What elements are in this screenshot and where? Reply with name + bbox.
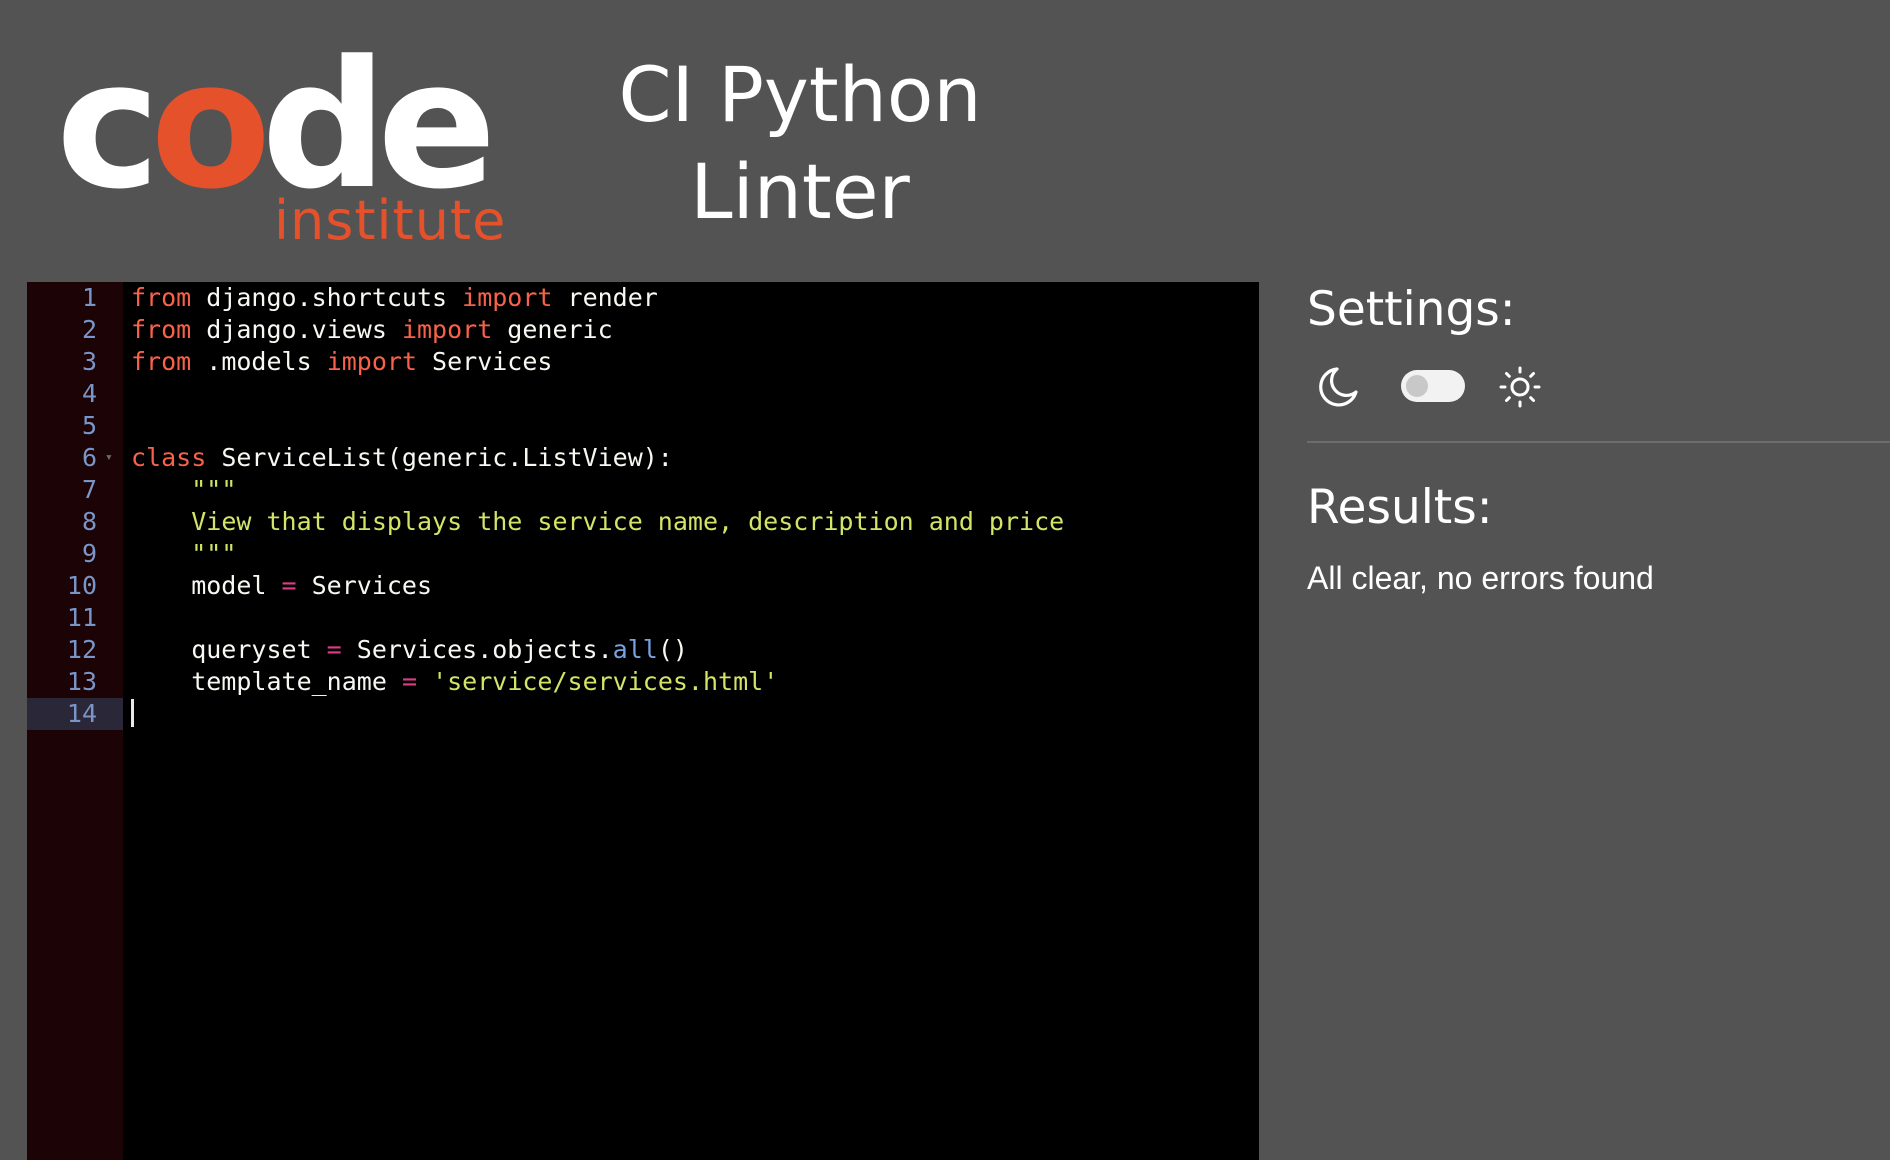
code-line[interactable]: 12 queryset = Services.objects.all() — [27, 634, 1259, 666]
code-token: ServiceList(generic.ListView): — [206, 443, 673, 472]
code-token: generic — [492, 315, 613, 344]
code-line[interactable]: 14 — [27, 698, 1259, 730]
code-line[interactable]: 9 """ — [27, 538, 1259, 570]
code-token: Services — [296, 571, 433, 600]
line-number: 4 — [81, 379, 97, 408]
code-token: """ — [191, 475, 237, 504]
code-line[interactable]: 4 — [27, 378, 1259, 410]
code-token: from — [131, 347, 192, 376]
logo-subtitle: institute — [274, 189, 507, 252]
code-text: from .models import Services — [131, 346, 552, 378]
line-number: 7 — [81, 475, 97, 504]
code-token: django.shortcuts — [191, 283, 463, 312]
page-title-line-2: Linter — [690, 147, 910, 236]
code-line[interactable]: 3 from .models import Services — [27, 346, 1259, 378]
code-token: from — [131, 283, 192, 312]
code-token: queryset — [131, 635, 327, 664]
code-token: Services — [417, 347, 553, 376]
code-line[interactable]: 11 — [27, 602, 1259, 634]
sun-icon — [1499, 366, 1541, 408]
code-text: View that displays the service name, des… — [131, 506, 1064, 538]
code-token: () — [657, 635, 688, 664]
logo-wordmark: code — [56, 38, 497, 214]
theme-toggle-knob — [1406, 375, 1428, 397]
line-number: 9 — [81, 539, 97, 568]
code-token: Services.objects. — [341, 635, 613, 664]
code-token: model — [131, 571, 282, 600]
line-number: 3 — [81, 347, 97, 376]
code-token: View that displays the service name, des… — [191, 507, 1065, 536]
code-line[interactable]: 13 template_name = 'service/services.htm… — [27, 666, 1259, 698]
code-token: import — [326, 347, 417, 376]
results-heading: Results: — [1307, 480, 1493, 535]
code-text: template_name = 'service/services.html' — [131, 666, 778, 698]
page-title-line-1: CI Python — [618, 50, 982, 139]
line-number: 8 — [81, 507, 97, 536]
fold-toggle-icon[interactable]: ▾ — [105, 442, 119, 474]
code-token: class — [131, 443, 207, 472]
line-number: 10 — [66, 571, 97, 600]
code-line[interactable]: 1 from django.shortcuts import render — [27, 282, 1259, 314]
code-text: class ServiceList(generic.ListView): — [131, 442, 673, 474]
editor-lines[interactable]: 1 from django.shortcuts import render 2 fro… — [27, 282, 1259, 730]
results-message: All clear, no errors found — [1307, 560, 1654, 596]
code-token: .models — [191, 347, 327, 376]
code-token: """ — [191, 539, 237, 568]
code-text: from django.shortcuts import render — [131, 282, 658, 314]
code-token: all — [612, 635, 658, 664]
theme-toggle-row — [1315, 358, 1555, 414]
theme-toggle-switch[interactable] — [1401, 370, 1465, 402]
line-number: 2 — [81, 315, 97, 344]
code-token: 'service/services.html' — [432, 667, 779, 696]
code-text: """ — [131, 474, 236, 506]
code-token: = — [326, 635, 342, 664]
line-number: 11 — [66, 603, 97, 632]
settings-heading: Settings: — [1307, 282, 1516, 337]
code-text: model = Services — [131, 570, 432, 602]
code-token: import — [462, 283, 553, 312]
code-line[interactable]: 8 View that displays the service name, d… — [27, 506, 1259, 538]
code-editor[interactable]: 1 from django.shortcuts import render 2 fro… — [27, 282, 1259, 1160]
logo-letter-o: o — [150, 23, 271, 228]
code-text: """ — [131, 538, 236, 570]
linter-page: code institute CI Python Linter 1 from dj… — [0, 0, 1890, 1160]
code-line[interactable]: 2 from django.views import generic — [27, 314, 1259, 346]
settings-divider — [1307, 441, 1890, 443]
code-institute-logo: code institute — [56, 38, 506, 248]
code-token: import — [401, 315, 493, 344]
code-token: render — [552, 283, 658, 312]
code-text: from django.views import generic — [131, 314, 613, 346]
line-number: 12 — [66, 635, 97, 664]
code-line[interactable]: 7 """ — [27, 474, 1259, 506]
code-token: django.views — [191, 315, 402, 344]
page-title: CI Python Linter — [560, 46, 1040, 240]
code-line[interactable]: 5 — [27, 410, 1259, 442]
code-token: = — [281, 571, 297, 600]
line-number: 5 — [81, 411, 97, 440]
code-token: template_name — [131, 667, 402, 696]
code-line[interactable]: 6 ▾ class ServiceList(generic.ListView): — [27, 442, 1259, 474]
code-token: from — [131, 315, 192, 344]
code-text: queryset = Services.objects.all() — [131, 634, 688, 666]
text-cursor — [131, 699, 134, 727]
line-number: 1 — [81, 283, 97, 312]
moon-icon — [1319, 367, 1358, 407]
code-text — [131, 698, 134, 730]
line-number: 13 — [66, 667, 97, 696]
code-token: = — [401, 667, 417, 696]
line-number: 14 — [27, 698, 123, 730]
logo-letter-c: c — [56, 23, 160, 228]
code-line[interactable]: 10 model = Services — [27, 570, 1259, 602]
